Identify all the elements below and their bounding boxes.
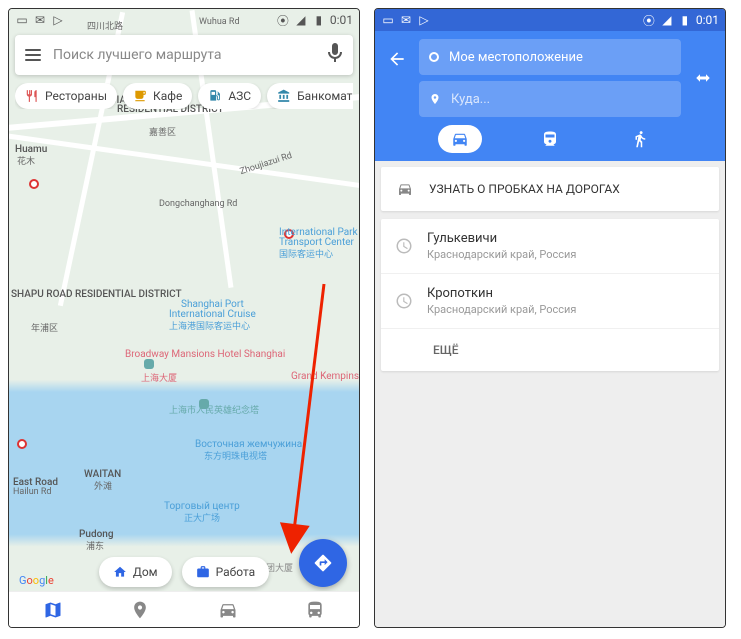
cast-icon: ▷ <box>51 13 65 27</box>
map-label: Hailun Rd <box>13 487 51 497</box>
directions-header: ▭ ✉ ▷ ⦿ ◢ ▮ 0:01 Мое местоположение <box>375 9 725 161</box>
nav-transit[interactable] <box>272 592 360 627</box>
map-label-poi: Grand Kempinski <box>291 371 360 382</box>
map-label: SHAPU ROAD RESIDENTIAL DISTRICT <box>11 289 96 300</box>
status-time: 0:01 <box>330 13 353 27</box>
location-icon: ⦿ <box>276 13 290 27</box>
more-label: ЕЩЁ <box>433 343 459 357</box>
menu-icon[interactable] <box>25 49 41 61</box>
history-title: Кропоткин <box>427 286 576 301</box>
bottom-nav <box>9 591 359 627</box>
content-area: УЗНАТЬ О ПРОБКАХ НА ДОРОГАХ Гулькевичи К… <box>375 161 725 627</box>
search-placeholder: Поиск лучшего маршрута <box>53 47 315 63</box>
home-chip[interactable]: Дом <box>99 557 172 587</box>
chat-icon: ✉ <box>33 13 47 27</box>
map-label-poi: 上海市人民英雄纪念塔 <box>169 403 259 416</box>
chip-label: АЗС <box>228 89 251 103</box>
battery-icon: ▮ <box>312 13 326 27</box>
work-chip[interactable]: Работа <box>182 557 270 587</box>
signal-icon: ◢ <box>294 13 308 27</box>
status-bar: ▭ ✉ ▷ ⦿ ◢ ▮ 0:01 <box>375 9 725 31</box>
swap-button[interactable] <box>689 39 717 117</box>
mode-walk[interactable] <box>618 125 662 153</box>
chat-icon: ✉ <box>399 13 413 27</box>
arrow-left-icon <box>387 49 407 69</box>
map-label: 花木 <box>17 154 35 167</box>
mode-drive[interactable] <box>438 125 482 153</box>
work-label: Работа <box>216 565 256 579</box>
chip-atm[interactable]: Банкоматы <box>267 83 353 109</box>
phone-directions-screen: ▭ ✉ ▷ ⦿ ◢ ▮ 0:01 Мое местоположение <box>374 8 726 628</box>
swap-icon <box>694 69 712 87</box>
category-chips: Рестораны Кафе АЗС Банкоматы <box>15 83 353 109</box>
cast-icon: ▷ <box>417 13 431 27</box>
search-bar[interactable]: Поиск лучшего маршрута <box>15 35 353 75</box>
clock-icon <box>395 237 413 255</box>
map-label: 外滩 <box>94 479 112 492</box>
nav-drive[interactable] <box>184 592 272 627</box>
home-label: Дом <box>133 565 158 579</box>
mode-transit[interactable] <box>528 125 572 153</box>
home-icon <box>113 565 127 579</box>
cup-icon <box>133 89 147 103</box>
fuel-icon <box>208 89 222 103</box>
map-label-poi: 正大广场 <box>184 511 220 524</box>
origin-dot-icon <box>429 52 439 62</box>
clock-icon <box>395 292 413 310</box>
map-label-poi: Broadway Mansions Hotel Shanghai <box>125 349 225 360</box>
nav-explore[interactable] <box>9 592 97 627</box>
nav-saved[interactable] <box>97 592 185 627</box>
chip-cafe[interactable]: Кафе <box>123 83 192 109</box>
history-list: Гулькевичи Краснодарский край, Россия Кр… <box>381 219 719 371</box>
dest-placeholder: Куда... <box>451 92 490 107</box>
origin-text: Мое местоположение <box>449 50 583 65</box>
travel-mode-row <box>375 117 725 161</box>
chip-label: Рестораны <box>45 89 107 103</box>
walk-icon <box>631 130 649 148</box>
traffic-card[interactable]: УЗНАТЬ О ПРОБКАХ НА ДОРОГАХ <box>381 167 719 211</box>
map-label-poi: 国际客运中心 <box>279 247 333 260</box>
status-bar: ▭ ✉ ▷ ⦿ ◢ ▮ 0:01 <box>9 9 359 31</box>
chip-gas[interactable]: АЗС <box>198 83 261 109</box>
map-label-poi: 上海港国际客运中心 <box>169 319 250 332</box>
chip-label: Банкоматы <box>297 89 353 103</box>
fork-icon <box>25 89 39 103</box>
pin-icon <box>429 91 441 107</box>
history-item[interactable]: Кропоткин Краснодарский край, Россия <box>381 274 719 329</box>
briefcase-icon <box>196 565 210 579</box>
map-label-poi: 东方明珠电视塔 <box>204 449 267 462</box>
history-sub: Краснодарский край, Россия <box>427 303 576 316</box>
more-button[interactable]: ЕЩЁ <box>381 329 719 371</box>
location-icon: ⦿ <box>642 13 656 27</box>
history-item[interactable]: Гулькевичи Краснодарский край, Россия <box>381 219 719 274</box>
map-label: Dongchanghang Rd <box>159 199 237 209</box>
mic-icon[interactable] <box>327 43 343 67</box>
history-title: Гулькевичи <box>427 231 576 246</box>
map-label: 浦东 <box>86 539 104 552</box>
destination-field[interactable]: Куда... <box>419 81 681 117</box>
phone-map-screen: JIAXING ROAD RESIDENTIAL DISTRICT 嘉善区 四川… <box>8 8 360 628</box>
train-icon <box>541 130 559 148</box>
notif-icon: ▭ <box>381 13 395 27</box>
directions-fab[interactable] <box>299 539 347 587</box>
bank-icon <box>277 89 291 103</box>
history-sub: Краснодарский край, Россия <box>427 248 576 261</box>
back-button[interactable] <box>383 39 411 117</box>
car-icon <box>451 130 469 148</box>
car-icon <box>395 181 415 197</box>
signal-icon: ◢ <box>660 13 674 27</box>
chip-restaurants[interactable]: Рестораны <box>15 83 117 109</box>
chip-label: Кафе <box>153 89 182 103</box>
origin-field[interactable]: Мое местоположение <box>419 39 681 75</box>
directions-icon <box>313 553 333 573</box>
traffic-label: УЗНАТЬ О ПРОБКАХ НА ДОРОГАХ <box>429 182 620 196</box>
battery-icon: ▮ <box>678 13 692 27</box>
map-label-cn: 嘉善区 <box>149 125 176 138</box>
status-time: 0:01 <box>696 13 719 27</box>
notif-icon: ▭ <box>15 13 29 27</box>
map-label-poi: 上海大厦 <box>141 371 177 384</box>
map-label: 年浦区 <box>31 321 58 334</box>
